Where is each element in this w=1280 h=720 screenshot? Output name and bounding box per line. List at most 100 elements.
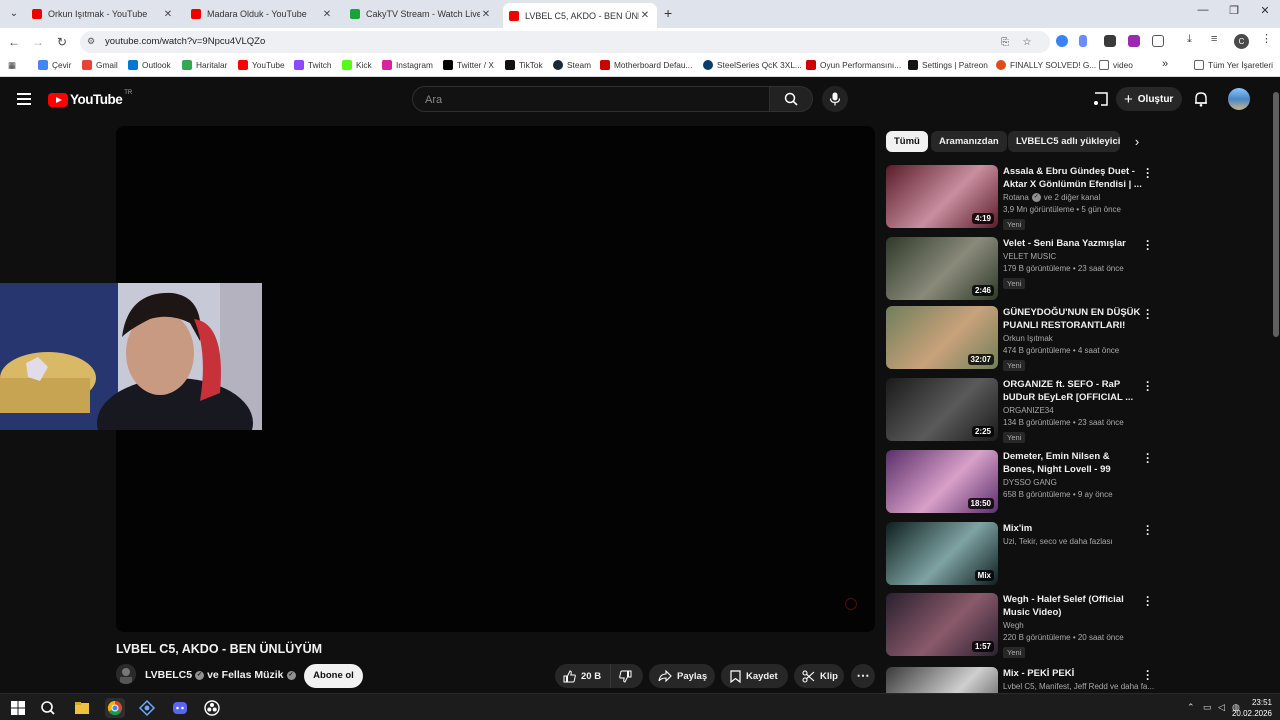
obs-icon[interactable] bbox=[202, 698, 222, 718]
recommendation-item[interactable]: Mix Mix'im Uzi, Tekir, seco ve daha fazlas… bbox=[886, 520, 1158, 588]
close-icon[interactable]: ✕ bbox=[162, 9, 174, 20]
video-thumbnail[interactable]: 2:46 bbox=[886, 237, 998, 300]
clip-button[interactable]: Klip bbox=[794, 664, 844, 688]
more-vertical-icon[interactable]: · · · bbox=[1144, 304, 1152, 324]
back-icon[interactable]: ← bbox=[6, 34, 22, 50]
bell-icon[interactable] bbox=[1194, 91, 1208, 107]
forward-icon[interactable]: → bbox=[30, 34, 46, 50]
network-icon[interactable]: ▭ bbox=[1203, 702, 1212, 713]
recommendation-channel[interactable]: VELET MUSIC bbox=[1003, 252, 1143, 261]
install-icon[interactable]: ⎘ bbox=[998, 37, 1012, 51]
app-icon[interactable] bbox=[137, 698, 157, 718]
recommendation-channel[interactable]: Wegh bbox=[1003, 621, 1143, 630]
chip-from-uploader[interactable]: LVBELC5 adlı yükleyiciden bbox=[1008, 131, 1120, 152]
more-vertical-icon[interactable]: · · · bbox=[1144, 235, 1152, 255]
more-vertical-icon[interactable]: · · · bbox=[1144, 591, 1152, 611]
search-button[interactable] bbox=[769, 86, 813, 112]
tab-orkun[interactable]: Orkun Işıtmak - YouTube ✕ bbox=[26, 3, 180, 25]
menu-dots-icon[interactable]: ⋮ bbox=[1261, 32, 1273, 45]
bookmark-item[interactable]: Gmail bbox=[82, 60, 118, 70]
minimize-button[interactable]: — bbox=[1188, 4, 1218, 16]
new-tab-button[interactable]: + bbox=[664, 5, 678, 21]
extensions-puzzle-icon[interactable] bbox=[1152, 35, 1164, 47]
cast-icon[interactable] bbox=[1093, 92, 1109, 106]
video-thumbnail[interactable]: 4:19 bbox=[886, 165, 998, 228]
address-bar[interactable]: ⚙ youtube.com/watch?v=9Npcu4VLQZo ⎘ ☆ bbox=[80, 31, 1050, 53]
tab-madara[interactable]: Madara Olduk - YouTube ✕ bbox=[185, 3, 339, 25]
volume-icon[interactable]: ◁ bbox=[1218, 702, 1225, 713]
bookmark-item[interactable]: FINALLY SOLVED! G... bbox=[996, 60, 1096, 70]
file-explorer-icon[interactable] bbox=[72, 698, 92, 718]
download-icon[interactable]: ⤓ bbox=[1187, 33, 1199, 45]
more-vertical-icon[interactable]: · · · bbox=[1144, 376, 1152, 396]
recommendation-item[interactable]: 2:46 Velet - Seni Bana Yazmışlar VELET MUS… bbox=[886, 235, 1158, 303]
more-vertical-icon[interactable]: · · · bbox=[1144, 448, 1152, 468]
video-thumbnail[interactable]: 1:57 bbox=[886, 593, 998, 656]
more-vertical-icon[interactable]: · · · bbox=[1144, 163, 1152, 183]
chip-all[interactable]: Tümü bbox=[886, 131, 928, 152]
bookmark-item[interactable]: YouTube bbox=[238, 60, 285, 70]
voice-search-button[interactable] bbox=[822, 86, 848, 112]
bookmark-item[interactable]: Çevir bbox=[38, 60, 71, 70]
share-button[interactable]: Paylaş bbox=[649, 664, 715, 688]
close-icon[interactable]: ✕ bbox=[321, 9, 333, 20]
bookmark-item[interactable]: Outlook bbox=[128, 60, 171, 70]
create-button[interactable]: + Oluştur bbox=[1116, 87, 1182, 111]
recommendation-item[interactable]: 2:25 ORGANIZE ft. SEFO - RaP bUDuR bEyLeR… bbox=[886, 376, 1158, 444]
more-actions-button[interactable]: ⋯ bbox=[851, 664, 875, 688]
recommendation-item[interactable]: 1:57 Wegh - Halef Selef (Official Music V… bbox=[886, 591, 1158, 659]
video-thumbnail[interactable]: 18:50 bbox=[886, 450, 998, 513]
dislike-button[interactable] bbox=[611, 664, 643, 688]
reload-icon[interactable]: ↻ bbox=[54, 34, 70, 50]
system-clock[interactable]: 23:51 20.02.2026 bbox=[1228, 697, 1272, 719]
extension-icon[interactable] bbox=[1128, 35, 1140, 47]
bookmark-item[interactable]: Motherboard Defau... bbox=[600, 60, 692, 70]
close-icon[interactable]: ✕ bbox=[639, 10, 651, 21]
chevron-right-icon[interactable]: › bbox=[1128, 133, 1146, 151]
tray-chevron-icon[interactable]: ⌃ bbox=[1187, 702, 1195, 713]
save-button[interactable]: Kaydet bbox=[721, 664, 788, 688]
recommendation-item[interactable]: 18:50 Demeter, Emin Nilsen & Bones, Night… bbox=[886, 448, 1158, 516]
menu-icon[interactable] bbox=[17, 93, 31, 105]
bookmark-item[interactable]: Twitter / X bbox=[443, 60, 494, 70]
recommendation-channel[interactable]: Uzi, Tekir, seco ve daha fazlası bbox=[1003, 537, 1143, 546]
scrollbar-thumb[interactable] bbox=[1273, 92, 1279, 337]
search-input[interactable]: Ara bbox=[412, 86, 770, 112]
bookmark-item[interactable]: Oyun Performansını... bbox=[806, 60, 901, 70]
window-close-button[interactable]: ✕ bbox=[1250, 4, 1280, 17]
recommendation-channel[interactable]: ORGANIZE34 bbox=[1003, 406, 1143, 415]
site-info-icon[interactable]: ⚙ bbox=[87, 36, 99, 48]
tab-cakytv[interactable]: CakyTV Stream - Watch Live on ✕ bbox=[344, 3, 498, 25]
bookmark-item[interactable]: Twitch bbox=[294, 60, 332, 70]
recommendation-channel[interactable]: Rotana ✓ ve 2 diğer kanal bbox=[1003, 193, 1143, 203]
extension-icon[interactable] bbox=[1056, 35, 1068, 47]
video-thumbnail[interactable]: 2:25 bbox=[886, 378, 998, 441]
apps-grid-icon[interactable]: ▦ bbox=[8, 60, 16, 70]
recommendation-title[interactable]: ORGANIZE ft. SEFO - RaP bUDuR bEyLeR [OF… bbox=[1003, 378, 1143, 404]
more-vertical-icon[interactable]: · · · bbox=[1144, 520, 1152, 540]
bookmark-item[interactable]: Kick bbox=[342, 60, 372, 70]
youtube-logo[interactable]: YouTube TR bbox=[48, 90, 132, 107]
recommendation-title[interactable]: Demeter, Emin Nilsen & Bones, Night Love… bbox=[1003, 450, 1143, 476]
all-bookmarks[interactable]: Tüm Yer İşaretleri bbox=[1194, 60, 1273, 70]
url-text[interactable]: youtube.com/watch?v=9Npcu4VLQZo bbox=[105, 36, 265, 47]
bookmark-item[interactable]: TikTok bbox=[505, 60, 543, 70]
user-avatar[interactable] bbox=[1228, 88, 1250, 110]
more-bookmarks-icon[interactable]: » bbox=[1162, 58, 1168, 70]
bookmark-star-icon[interactable]: ☆ bbox=[1020, 37, 1034, 51]
extension-icon[interactable] bbox=[1079, 35, 1087, 47]
tab-search-icon[interactable]: ⌄ bbox=[6, 6, 22, 22]
restore-button[interactable]: ❐ bbox=[1219, 4, 1249, 17]
extension-icon[interactable] bbox=[1104, 35, 1116, 47]
close-icon[interactable]: ✕ bbox=[480, 9, 492, 20]
recommendation-channel[interactable]: DYSSO GANG bbox=[1003, 478, 1143, 487]
recommendation-title[interactable]: Mix - PEKİ PEKİ bbox=[1003, 667, 1143, 680]
more-vertical-icon[interactable]: · · · bbox=[1144, 665, 1152, 685]
recommendation-channel[interactable]: Orkun Işıtmak bbox=[1003, 334, 1143, 343]
chrome-icon[interactable] bbox=[105, 698, 125, 718]
discord-icon[interactable] bbox=[170, 698, 190, 718]
media-icon[interactable]: ≡ bbox=[1211, 33, 1223, 45]
windows-start-icon[interactable] bbox=[8, 698, 28, 718]
recommendation-item[interactable]: 32:07 GÜNEYDOĞU'NUN EN DÜŞÜK PUANLI RESTO… bbox=[886, 304, 1158, 372]
recommendation-title[interactable]: GÜNEYDOĞU'NUN EN DÜŞÜK PUANLI RESTORANTL… bbox=[1003, 306, 1143, 332]
